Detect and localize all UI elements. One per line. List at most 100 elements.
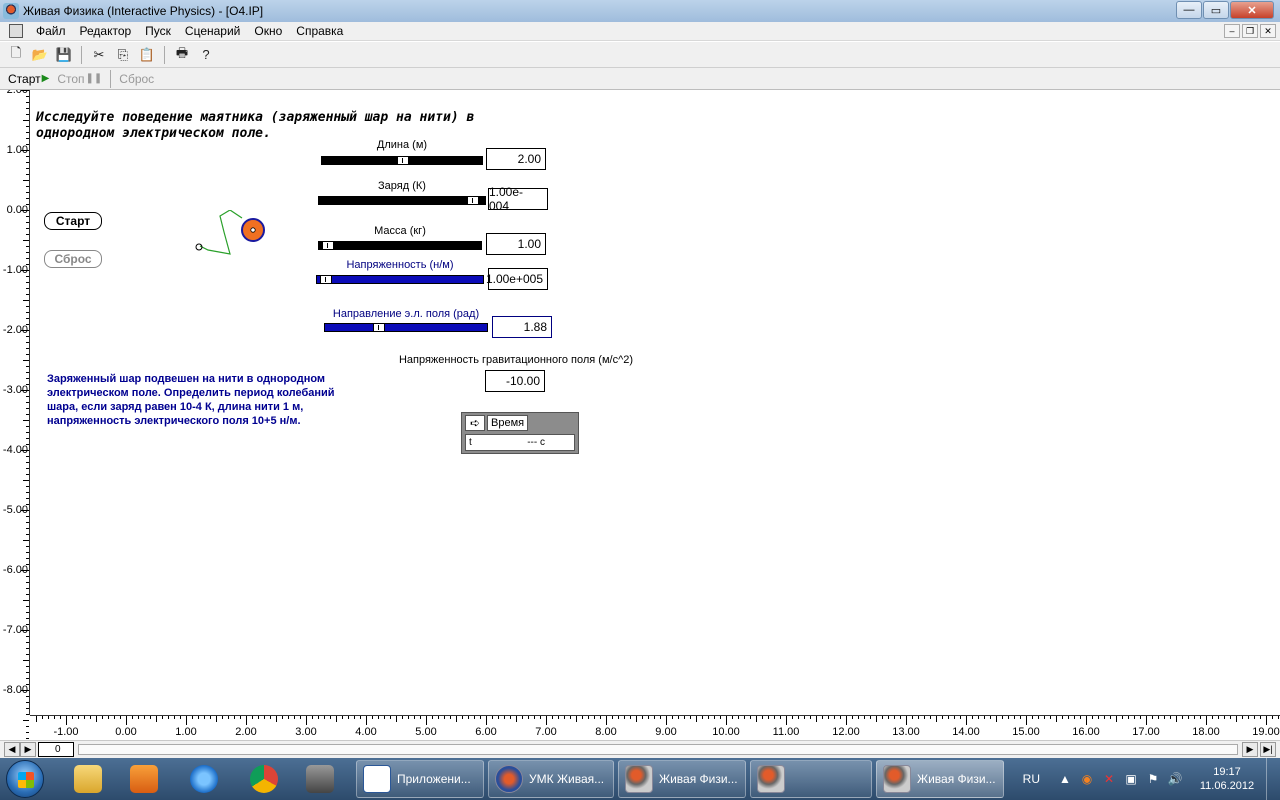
v-ruler-minor-tick — [23, 240, 29, 241]
h-ruler-minor-tick — [978, 716, 979, 719]
internet-explorer-icon — [190, 765, 218, 793]
workspace[interactable]: 2.00 1.00 0.00 -1.00 -2.00 -3.00 -4.00 -5.00 -6.… — [0, 90, 1280, 740]
cut-icon[interactable]: ✂ — [89, 45, 109, 65]
frame-forward-button[interactable]: ▶ — [20, 742, 36, 757]
h-ruler-minor-tick — [384, 716, 385, 719]
document-icon[interactable] — [9, 24, 23, 38]
scroll-left-button[interactable]: ◀ — [4, 742, 20, 757]
network-error-icon[interactable]: ✕ — [1102, 772, 1116, 786]
field-strength-slider-thumb[interactable] — [320, 275, 332, 284]
v-ruler-minor-tick — [26, 492, 29, 493]
language-indicator[interactable]: RU — [1023, 772, 1040, 786]
explorer-pin[interactable] — [62, 761, 114, 797]
arrow-right-icon[interactable]: ➪ — [465, 415, 485, 431]
menu-script[interactable]: Сценарий — [178, 24, 247, 38]
save-icon[interactable]: 💾 — [54, 45, 74, 65]
field-direction-value[interactable]: 1.88 — [492, 316, 552, 338]
menu-file[interactable]: Файл — [29, 24, 73, 38]
maximize-button[interactable]: ▭ — [1203, 1, 1229, 19]
h-ruler-minor-tick — [564, 716, 565, 719]
print-icon[interactable]: 🖶 — [172, 45, 192, 65]
length-slider-thumb[interactable] — [397, 156, 409, 165]
v-ruler-minor-tick — [26, 612, 29, 613]
field-strength-slider[interactable] — [316, 275, 484, 284]
new-file-icon[interactable]: 🗋 — [6, 45, 26, 65]
media-player-pin[interactable] — [118, 761, 170, 797]
h-ruler-minor-tick — [156, 716, 157, 722]
pendulum-drawing[interactable] — [190, 210, 270, 282]
frame-counter[interactable]: 0 — [38, 742, 74, 757]
volume-icon[interactable]: 🔊 — [1168, 772, 1183, 786]
mass-value[interactable]: 1.00 — [486, 233, 546, 255]
h-ruler-minor-tick — [1074, 716, 1075, 719]
h-ruler-minor-tick — [498, 716, 499, 719]
charge-slider-thumb[interactable] — [467, 196, 479, 205]
mass-slider[interactable] — [318, 241, 482, 250]
scroll-right-button[interactable]: ▶ — [1242, 742, 1258, 757]
h-ruler-tick — [426, 716, 427, 725]
scroll-end-button[interactable]: ▶| — [1260, 742, 1276, 757]
v-ruler-minor-tick — [26, 162, 29, 163]
task-umk-live-physics[interactable]: УМК Живая... — [488, 760, 614, 798]
start-button[interactable]: Старт — [44, 212, 102, 230]
v-ruler-minor-tick — [26, 372, 29, 373]
menu-help[interactable]: Справка — [289, 24, 350, 38]
menu-edit[interactable]: Редактор — [73, 24, 139, 38]
length-slider[interactable] — [321, 156, 483, 165]
task-word-document[interactable]: Приложени... — [356, 760, 484, 798]
sim-start-button[interactable]: Старт ▶ — [4, 69, 53, 89]
windows-start-button[interactable] — [6, 760, 44, 798]
gravity-label: Напряженность гравитационного поля (м/с^… — [398, 354, 634, 366]
open-folder-icon[interactable]: 📂 — [30, 45, 50, 65]
task-live-physics-2[interactable] — [750, 760, 872, 798]
clock[interactable]: 19:17 11.06.2012 — [1192, 765, 1262, 793]
avast-icon[interactable]: ◉ — [1080, 772, 1094, 786]
h-ruler-tick — [366, 716, 367, 725]
gravity-value[interactable]: -10.00 — [485, 370, 545, 392]
paste-icon[interactable]: 📋 — [137, 45, 157, 65]
show-desktop-button[interactable] — [1266, 758, 1280, 800]
time-meter[interactable]: ➪ Время t --- c — [461, 412, 579, 454]
menu-window[interactable]: Окно — [247, 24, 289, 38]
clipboard-icon[interactable]: ▣ — [1124, 772, 1138, 786]
tray-expand-icon[interactable]: ▲ — [1058, 772, 1072, 786]
mdi-restore-button[interactable]: ❐ — [1242, 24, 1258, 38]
sim-stop-button[interactable]: Стоп ❚❚ — [53, 69, 106, 89]
h-ruler-minor-tick — [1116, 716, 1117, 722]
h-ruler-minor-tick — [168, 716, 169, 719]
close-button[interactable]: ✕ — [1230, 1, 1274, 19]
help-icon[interactable]: ? — [196, 45, 216, 65]
ie-pin[interactable] — [178, 761, 230, 797]
h-ruler-minor-tick — [252, 716, 253, 719]
task-live-physics-1[interactable]: Живая Физи... — [618, 760, 746, 798]
chrome-pin[interactable] — [238, 761, 290, 797]
minimize-button[interactable]: — — [1176, 1, 1202, 19]
v-ruler-minor-tick — [26, 96, 29, 97]
task-live-physics-active[interactable]: Живая Физи... — [876, 760, 1004, 798]
field-strength-value[interactable]: 1.00e+005 — [486, 268, 548, 290]
mdi-close-button[interactable]: ✕ — [1260, 24, 1276, 38]
v-ruler-minor-tick — [26, 366, 29, 367]
h-ruler-minor-tick — [942, 716, 943, 719]
mdi-minimize-button[interactable]: – — [1224, 24, 1240, 38]
field-direction-slider[interactable] — [324, 323, 488, 332]
scroll-track[interactable] — [78, 744, 1238, 755]
h-ruler-label: 13.00 — [892, 726, 920, 738]
field-direction-slider-thumb[interactable] — [373, 323, 385, 332]
reset-button[interactable]: Сброс — [44, 250, 102, 268]
charge-value[interactable]: 1.00e-004 — [488, 185, 548, 213]
mass-slider-thumb[interactable] — [322, 241, 334, 250]
v-ruler-minor-tick — [23, 420, 29, 421]
action-center-icon[interactable]: ⚑ — [1146, 772, 1160, 786]
app-pin[interactable] — [294, 761, 346, 797]
copy-icon[interactable]: ⎘ — [113, 45, 133, 65]
length-value[interactable]: 2.00 — [486, 148, 546, 170]
h-ruler-minor-tick — [648, 716, 649, 719]
sim-reset-button[interactable]: Сброс — [115, 69, 158, 89]
menu-run[interactable]: Пуск — [138, 24, 178, 38]
h-ruler-minor-tick — [918, 716, 919, 719]
v-ruler-minor-tick — [26, 156, 29, 157]
charge-slider[interactable] — [318, 196, 486, 205]
chrome-icon — [250, 765, 278, 793]
h-ruler-minor-tick — [1002, 716, 1003, 719]
